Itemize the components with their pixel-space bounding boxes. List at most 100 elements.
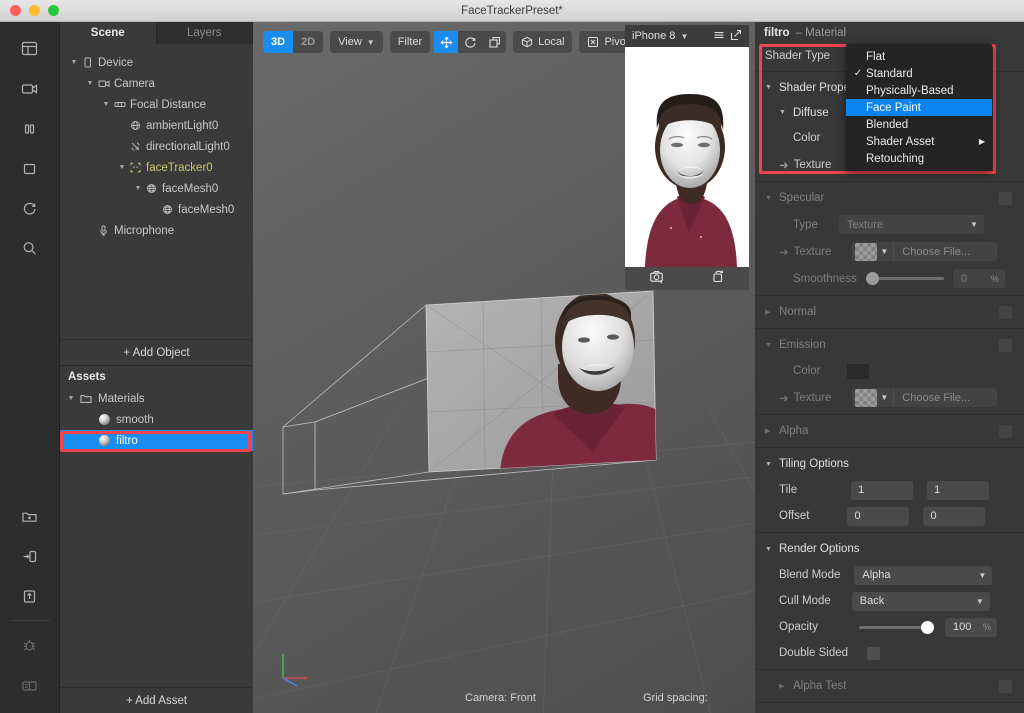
add-asset-button[interactable]: + Add Asset	[60, 687, 253, 713]
device-selector-label[interactable]: iPhone 8	[632, 30, 675, 42]
shader-type-dropdown-menu[interactable]: Flat ✓ Standard Physically-Based Face Paint B…	[846, 44, 992, 171]
alpha-section[interactable]: ▶ Alpha	[755, 418, 1024, 444]
scene-tree-item[interactable]: ▼ambientLight0	[60, 115, 253, 136]
double-sided-checkbox[interactable]	[867, 646, 881, 660]
menu-item-face-paint[interactable]: Face Paint	[846, 99, 992, 116]
emission-choose-file[interactable]: Choose File...	[893, 388, 997, 407]
debug-bug-icon[interactable]	[10, 625, 50, 665]
hamburger-icon[interactable]	[713, 29, 725, 44]
move-tool-icon[interactable]	[434, 31, 459, 53]
scale-tool-icon[interactable]	[482, 31, 506, 53]
switch-camera-icon[interactable]	[649, 269, 664, 289]
chevron-down-icon[interactable]: ▼	[84, 80, 96, 87]
rectangle-icon[interactable]	[10, 148, 50, 188]
cull-mode-select[interactable]: Back ▼	[851, 591, 990, 611]
offset-x-input[interactable]: 0	[847, 506, 910, 526]
specular-texture-field[interactable]: ▼ Choose File...	[852, 242, 998, 261]
export-upload-icon[interactable]	[10, 576, 50, 616]
smoothness-slider[interactable]	[865, 272, 944, 286]
chevron-down-icon[interactable]: ▼	[68, 59, 80, 66]
refresh-icon[interactable]	[10, 188, 50, 228]
smoothness-value-box[interactable]: 0 %	[952, 269, 1005, 288]
chevron-down-icon[interactable]: ▼	[765, 195, 779, 202]
menu-item-retouching[interactable]: Retouching	[846, 150, 992, 167]
import-device-icon[interactable]	[10, 536, 50, 576]
normal-section[interactable]: ▶ Normal	[755, 299, 1024, 325]
scene-tree-item[interactable]: ▼Microphone	[60, 220, 253, 241]
offset-y-input[interactable]: 0	[923, 506, 986, 526]
blend-mode-select[interactable]: Alpha ▼	[854, 565, 993, 585]
scene-tree-item[interactable]: ▼ Device	[60, 52, 253, 73]
asset-item[interactable]: ▼ Materials	[60, 388, 253, 409]
scene-tree-item[interactable]: ▼ faceTracker0	[60, 157, 253, 178]
chevron-down-icon[interactable]: ▼	[779, 109, 793, 116]
specular-choose-file[interactable]: Choose File...	[893, 242, 997, 261]
layout-icon[interactable]	[10, 28, 50, 68]
advanced-render-options-section[interactable]: ▶ Advanced Render Options	[755, 706, 1024, 713]
chevron-down-icon[interactable]: ▼	[680, 32, 688, 41]
chevron-down-icon[interactable]: ▼	[880, 393, 888, 402]
chevron-down-icon[interactable]: ▼	[765, 546, 779, 553]
pause-icon[interactable]	[10, 108, 50, 148]
emission-section[interactable]: ▼ Emission	[755, 332, 1024, 358]
chevron-down-icon[interactable]: ▼	[132, 185, 144, 192]
panels-icon[interactable]	[10, 665, 50, 705]
asset-item-selected[interactable]: filtro	[60, 430, 253, 451]
menu-item-flat[interactable]: Flat	[846, 48, 992, 65]
emission-color-swatch[interactable]	[847, 363, 870, 379]
scene-tree-item[interactable]: ▼ Camera	[60, 73, 253, 94]
scene-tree-item[interactable]: ▼faceMesh0	[60, 178, 253, 199]
search-icon[interactable]	[10, 228, 50, 268]
menu-item-blended[interactable]: Blended	[846, 116, 992, 133]
camera-icon[interactable]	[10, 68, 50, 108]
scene-tree-item[interactable]: ▼faceMesh0	[60, 199, 253, 220]
tiling-options-section[interactable]: ▼ Tiling Options	[755, 451, 1024, 477]
chevron-down-icon[interactable]: ▼	[116, 164, 128, 171]
local-space-button[interactable]: Local	[513, 31, 573, 53]
opacity-slider[interactable]	[859, 620, 934, 634]
chevron-right-icon[interactable]: ▶	[765, 427, 779, 435]
render-options-section[interactable]: ▼ Render Options	[755, 536, 1024, 562]
opacity-value-box[interactable]: 100 %	[945, 617, 997, 637]
open-external-icon[interactable]	[730, 29, 742, 44]
specular-type-select[interactable]: Texture ▼	[838, 215, 984, 234]
emission-checkbox[interactable]	[999, 338, 1012, 352]
chevron-down-icon[interactable]: ▼	[765, 342, 779, 349]
alpha-test-section[interactable]: ▶ Alpha Test	[755, 673, 1024, 699]
alpha-checkbox[interactable]	[999, 424, 1012, 438]
alpha-test-checkbox[interactable]	[999, 679, 1012, 693]
view-dropdown[interactable]: View ▼	[330, 31, 383, 53]
filter-button[interactable]: Filter	[389, 31, 431, 53]
slider-knob[interactable]	[921, 620, 934, 634]
chevron-right-icon[interactable]: ▶	[765, 308, 779, 316]
dimension-toggle[interactable]: 3D 2D	[263, 31, 324, 53]
asset-item[interactable]: smooth	[60, 409, 253, 430]
chevron-right-icon[interactable]: ▶	[779, 682, 793, 690]
rotate-device-icon[interactable]	[711, 269, 726, 289]
preview-render[interactable]	[625, 47, 749, 267]
scene-tree-item[interactable]: ▼ Focal Distance	[60, 94, 253, 115]
transform-tools[interactable]	[434, 31, 507, 53]
chevron-down-icon[interactable]: ▼	[765, 84, 779, 91]
tab-layers[interactable]: Layers	[157, 22, 253, 44]
mode-2d-button[interactable]: 2D	[293, 31, 323, 53]
specular-checkbox[interactable]	[999, 191, 1012, 205]
add-object-button[interactable]: + Add Object	[60, 339, 253, 365]
normal-checkbox[interactable]	[999, 305, 1012, 319]
tile-y-input[interactable]: 1	[927, 480, 990, 500]
chevron-down-icon[interactable]: ▼	[64, 395, 78, 402]
menu-item-shader-asset[interactable]: Shader Asset ▶	[846, 133, 992, 150]
chevron-down-icon[interactable]: ▼	[765, 461, 779, 468]
mode-3d-button[interactable]: 3D	[263, 31, 294, 53]
emission-texture-field[interactable]: ▼ Choose File...	[852, 388, 998, 407]
menu-item-standard[interactable]: ✓ Standard	[846, 65, 992, 82]
rotate-tool-icon[interactable]	[458, 31, 482, 53]
add-folder-icon[interactable]	[10, 496, 50, 536]
menu-item-physically-based[interactable]: Physically-Based	[846, 82, 992, 99]
chevron-down-icon[interactable]: ▼	[100, 101, 112, 108]
specular-section[interactable]: ▼ Specular	[755, 185, 1024, 211]
scene-tree-item[interactable]: ▼directionalLight0	[60, 136, 253, 157]
tile-x-input[interactable]: 1	[851, 480, 914, 500]
slider-knob[interactable]	[865, 272, 879, 285]
chevron-down-icon[interactable]: ▼	[880, 247, 888, 256]
